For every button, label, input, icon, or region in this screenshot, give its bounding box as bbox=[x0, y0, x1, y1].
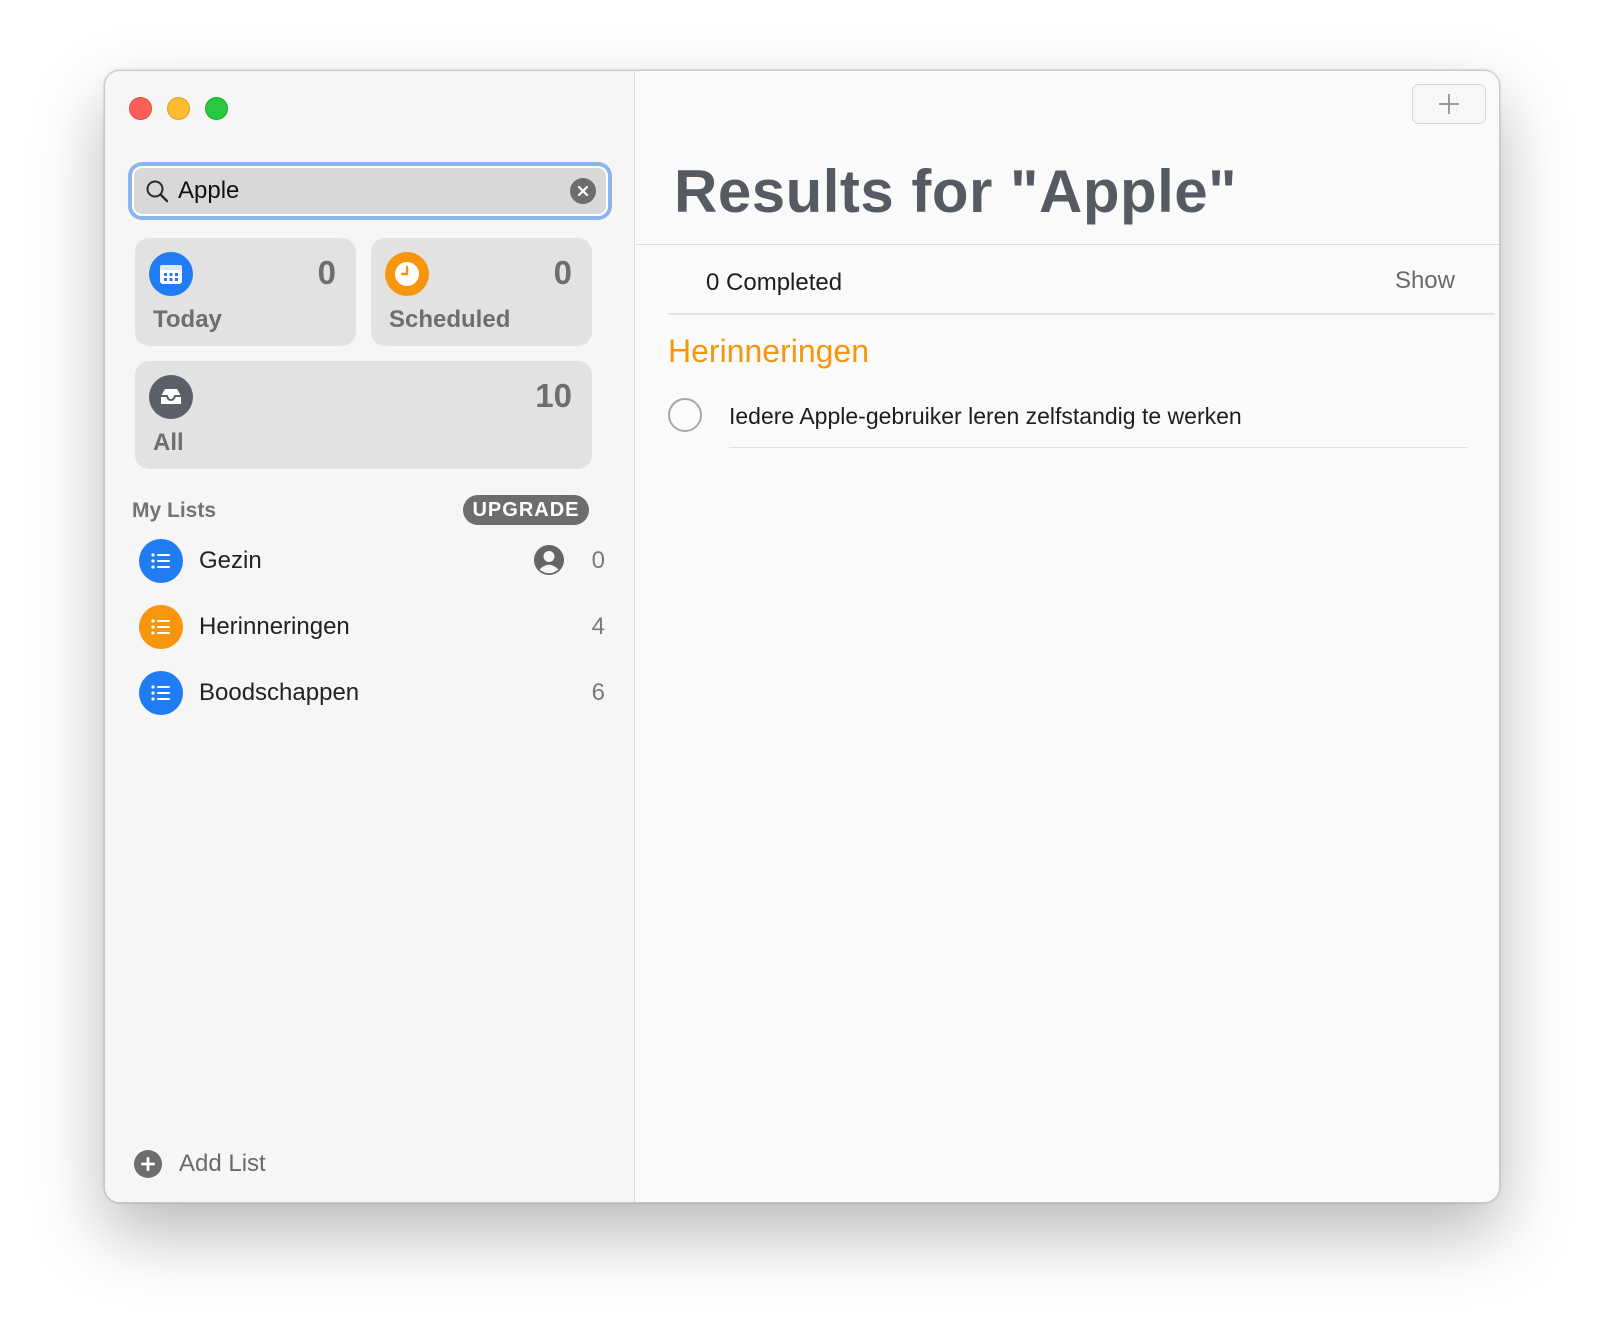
smart-list-today[interactable]: 0 Today bbox=[135, 238, 356, 346]
list-count: 6 bbox=[591, 679, 605, 706]
minimize-window-button[interactable] bbox=[167, 97, 190, 120]
list-count: 0 bbox=[591, 547, 605, 574]
divider bbox=[636, 244, 1499, 245]
reminders-window: 0 Today 0 Scheduled 10 bbox=[104, 70, 1500, 1203]
page-title: Results for "Apple" bbox=[674, 158, 1238, 225]
upgrade-button[interactable]: UPGRADE bbox=[463, 495, 589, 525]
window-controls bbox=[129, 97, 228, 120]
search-input[interactable] bbox=[178, 174, 548, 208]
zoom-window-button[interactable] bbox=[205, 97, 228, 120]
list-label: Boodschappen bbox=[199, 679, 360, 706]
smart-list-scheduled[interactable]: 0 Scheduled bbox=[371, 238, 592, 346]
smart-list-label: Scheduled bbox=[389, 306, 511, 333]
list-icon bbox=[139, 671, 183, 715]
completed-count: 0 Completed bbox=[706, 269, 843, 296]
add-list-button[interactable]: Add List bbox=[133, 1148, 266, 1180]
reminder-checkbox[interactable] bbox=[668, 398, 702, 432]
list-count: 4 bbox=[591, 613, 605, 640]
clear-icon[interactable] bbox=[570, 178, 596, 204]
reminder-item[interactable]: Iedere Apple-gebruiker leren zelfstandig… bbox=[668, 395, 1467, 449]
list-icon bbox=[139, 605, 183, 649]
plus-circle-icon bbox=[134, 1150, 162, 1178]
smart-list-count: 10 bbox=[535, 377, 572, 414]
main-content: Results for "Apple" 0 Completed Show Her… bbox=[636, 71, 1499, 1202]
divider bbox=[668, 313, 1495, 315]
list-label: Gezin bbox=[199, 547, 262, 574]
smart-list-label: All bbox=[153, 429, 184, 456]
clock-icon bbox=[385, 252, 429, 296]
search-icon bbox=[146, 180, 169, 203]
calendar-icon bbox=[149, 252, 193, 296]
plus-icon bbox=[1439, 94, 1459, 114]
smart-list-count: 0 bbox=[553, 254, 572, 291]
sidebar-item-boodschappen[interactable]: Boodschappen 6 bbox=[139, 668, 609, 718]
smart-list-count: 0 bbox=[317, 254, 336, 291]
reminder-title[interactable]: Iedere Apple-gebruiker leren zelfstandig… bbox=[729, 403, 1242, 430]
list-icon bbox=[139, 539, 183, 583]
divider bbox=[729, 447, 1467, 448]
shared-person-icon bbox=[534, 545, 564, 575]
close-window-button[interactable] bbox=[129, 97, 152, 120]
smart-list-label: Today bbox=[153, 306, 222, 333]
add-list-label: Add List bbox=[179, 1150, 266, 1177]
smart-list-all[interactable]: 10 All bbox=[135, 361, 592, 469]
group-title: Herinneringen bbox=[668, 333, 870, 369]
sidebar: 0 Today 0 Scheduled 10 bbox=[105, 71, 635, 1202]
sidebar-item-herinneringen[interactable]: Herinneringen 4 bbox=[139, 602, 609, 652]
sidebar-item-gezin[interactable]: Gezin 0 bbox=[139, 536, 609, 586]
show-completed-button[interactable]: Show bbox=[1395, 267, 1455, 295]
new-reminder-button[interactable] bbox=[1412, 84, 1486, 124]
tray-icon bbox=[149, 375, 193, 419]
search-field[interactable] bbox=[132, 166, 608, 216]
my-lists-header: My Lists bbox=[132, 499, 217, 522]
list-label: Herinneringen bbox=[199, 613, 350, 640]
